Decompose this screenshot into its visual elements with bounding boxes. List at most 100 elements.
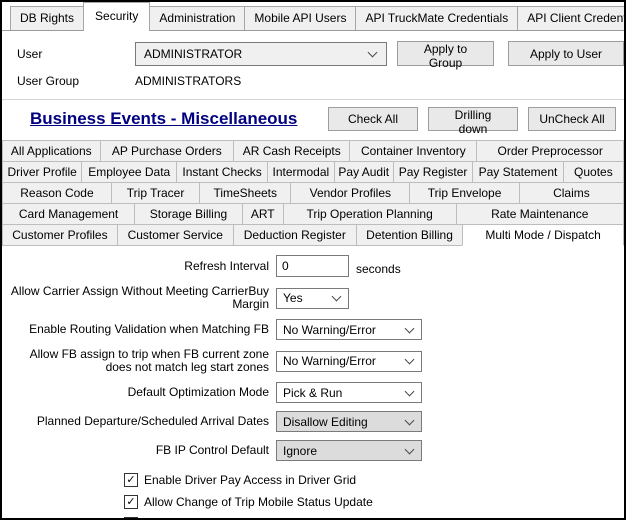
carrier-assign-row: Allow Carrier Assign Without Meeting Car…	[2, 285, 624, 311]
trip-mobile-status-label: Allow Change of Trip Mobile Status Updat…	[144, 495, 373, 509]
cat-tab-detention-billing[interactable]: Detention Billing	[355, 224, 464, 246]
optimization-mode-select[interactable]: Pick & Run	[276, 382, 422, 403]
cat-tab-vendor-profiles[interactable]: Vendor Profiles	[290, 182, 411, 204]
cat-tab-ar-cash-receipts[interactable]: AR Cash Receipts	[233, 140, 351, 162]
user-group-label: User Group	[17, 74, 80, 88]
uncheck-all-button[interactable]: UnCheck All	[528, 107, 616, 131]
planned-departure-label: Planned Departure/Scheduled Arrival Date…	[36, 414, 269, 428]
cat-tab-customer-service[interactable]: Customer Service	[116, 224, 234, 246]
category-tab-row-2: Driver Profile Employee Data Instant Che…	[2, 161, 624, 183]
routing-validation-row: Enable Routing Validation when Matching …	[2, 319, 624, 340]
refresh-interval-row: Refresh Interval seconds	[2, 255, 624, 277]
trip-mobile-status-checkbox[interactable]: ✓	[124, 495, 138, 509]
cat-tab-employee-data[interactable]: Employee Data	[81, 161, 178, 183]
fb-assign-row: Allow FB assign to trip when FB current …	[2, 348, 624, 374]
chevron-down-icon	[367, 47, 378, 57]
fb-ip-control-select[interactable]: Ignore	[276, 440, 422, 461]
cat-tab-order-preprocessor[interactable]: Order Preprocessor	[476, 140, 624, 162]
optimization-mode-row: Default Optimization Mode Pick & Run	[2, 382, 624, 403]
tab-db-rights[interactable]: DB Rights	[10, 6, 85, 30]
category-tabstrip: All Applications AP Purchase Orders AR C…	[2, 140, 624, 246]
cat-tab-intermodal[interactable]: Intermodal	[267, 161, 335, 183]
cat-tab-trip-tracer[interactable]: Trip Tracer	[110, 182, 201, 204]
fb-assign-value: No Warning/Error	[283, 354, 376, 368]
cat-tab-rate-maintenance[interactable]: Rate Maintenance	[455, 203, 624, 225]
events-header: Business Events - Miscellaneous Check Al…	[2, 100, 624, 137]
cat-tab-trip-operation-planning[interactable]: Trip Operation Planning	[282, 203, 457, 225]
routing-validation-value: No Warning/Error	[283, 322, 376, 337]
fb-assign-select[interactable]: No Warning/Error	[276, 350, 422, 372]
planned-departure-row: Planned Departure/Scheduled Arrival Date…	[2, 411, 624, 432]
cat-tab-multi-mode-dispatch[interactable]: Multi Mode / Dispatch	[462, 224, 624, 246]
checkmark-icon: ✓	[126, 496, 136, 508]
refresh-interval-input[interactable]	[276, 255, 349, 277]
user-group-value: ADMINISTRATORS	[135, 74, 242, 88]
cat-tab-container-inventory[interactable]: Container Inventory	[349, 140, 478, 162]
trip-mobile-status-row: ✓ Allow Change of Trip Mobile Status Upd…	[124, 495, 624, 509]
chevron-down-icon	[331, 291, 342, 302]
category-tab-row-1: All Applications AP Purchase Orders AR C…	[2, 140, 624, 162]
fb-ip-control-label: FB IP Control Default	[155, 443, 269, 457]
settings-form: Refresh Interval seconds Allow Carrier A…	[2, 246, 624, 518]
user-combobox[interactable]: ADMINISTRATOR	[135, 41, 387, 66]
routing-validation-label: Enable Routing Validation when Matching …	[29, 322, 269, 336]
routing-validation-select[interactable]: No Warning/Error	[276, 319, 422, 340]
driver-pay-access-row: ✓ Enable Driver Pay Access in Driver Gri…	[124, 473, 624, 487]
cat-tab-pay-statement[interactable]: Pay Statement	[472, 161, 564, 183]
carrier-assign-label: Allow Carrier Assign Without Meeting Car…	[10, 284, 269, 311]
refresh-interval-label: Refresh Interval	[184, 258, 269, 273]
refresh-interval-suffix: seconds	[356, 262, 401, 276]
cat-tab-storage-billing[interactable]: Storage Billing	[134, 203, 243, 225]
carrier-assign-select[interactable]: Yes	[276, 287, 349, 309]
cat-tab-driver-profile[interactable]: Driver Profile	[2, 161, 83, 183]
planned-departure-select[interactable]: Disallow Editing	[276, 411, 422, 432]
category-tab-row-3: Reason Code Trip Tracer TimeSheets Vendo…	[2, 182, 624, 204]
chevron-down-icon	[404, 415, 415, 425]
drilling-down-button[interactable]: Drilling down	[428, 107, 518, 136]
apply-to-group-button[interactable]: Apply to Group	[397, 41, 494, 70]
planned-departure-value: Disallow Editing	[283, 414, 368, 429]
cat-tab-quotes[interactable]: Quotes	[562, 161, 624, 183]
carrier-assign-value: Yes	[283, 291, 303, 305]
apply-to-user-button[interactable]: Apply to User	[508, 41, 624, 66]
cat-tab-ap-purchase-orders[interactable]: AP Purchase Orders	[99, 140, 235, 162]
cat-tab-deduction-register[interactable]: Deduction Register	[232, 224, 357, 246]
security-settings-window: DB Rights Security Administration Mobile…	[0, 0, 626, 520]
user-label: User	[17, 46, 43, 61]
checkbox-group: ✓ Enable Driver Pay Access in Driver Gri…	[124, 473, 624, 518]
optimization-mode-label: Default Optimization Mode	[127, 385, 269, 399]
optimization-mode-value: Pick & Run	[283, 385, 343, 400]
page-title: Business Events - Miscellaneous	[30, 109, 298, 128]
chevron-down-icon	[404, 444, 415, 454]
cat-tab-pay-register[interactable]: Pay Register	[392, 161, 474, 183]
tab-mobile-api-users[interactable]: Mobile API Users	[244, 6, 357, 30]
fb-assign-label: Allow FB assign to trip when FB current …	[29, 347, 269, 374]
user-section: User ADMINISTRATOR Apply to Group Apply …	[2, 31, 624, 91]
cat-tab-reason-code[interactable]: Reason Code	[2, 182, 112, 204]
chevron-down-icon	[404, 386, 415, 396]
driver-pay-access-checkbox[interactable]: ✓	[124, 473, 138, 487]
cat-tab-pay-audit[interactable]: Pay Audit	[333, 161, 394, 183]
cat-tab-trip-envelope[interactable]: Trip Envelope	[409, 182, 520, 204]
category-tab-row-4: Card Management Storage Billing ART Trip…	[2, 203, 624, 225]
main-tabbar: DB Rights Security Administration Mobile…	[2, 2, 624, 31]
cat-tab-instant-checks[interactable]: Instant Checks	[176, 161, 269, 183]
driver-pay-access-label: Enable Driver Pay Access in Driver Grid	[144, 473, 357, 487]
cat-tab-art[interactable]: ART	[241, 203, 284, 225]
fb-ip-control-row: FB IP Control Default Ignore	[2, 440, 624, 461]
category-tab-row-5: Customer Profiles Customer Service Deduc…	[2, 224, 624, 246]
tab-administration[interactable]: Administration	[149, 6, 246, 30]
tab-api-client-credentials[interactable]: API Client Credentials	[517, 6, 624, 30]
tab-api-truckmate-credentials[interactable]: API TruckMate Credentials	[355, 6, 519, 30]
fb-ip-control-value: Ignore	[283, 443, 318, 458]
chevron-down-icon	[404, 354, 415, 365]
chevron-down-icon	[404, 323, 415, 333]
checkmark-icon: ✓	[126, 474, 136, 486]
tab-security[interactable]: Security	[83, 2, 151, 31]
cat-tab-timesheets[interactable]: TimeSheets	[199, 182, 292, 204]
cat-tab-claims[interactable]: Claims	[518, 182, 624, 204]
cat-tab-all-applications[interactable]: All Applications	[2, 140, 101, 162]
cat-tab-customer-profiles[interactable]: Customer Profiles	[2, 224, 118, 246]
cat-tab-card-management[interactable]: Card Management	[2, 203, 136, 225]
check-all-button[interactable]: Check All	[328, 107, 418, 131]
